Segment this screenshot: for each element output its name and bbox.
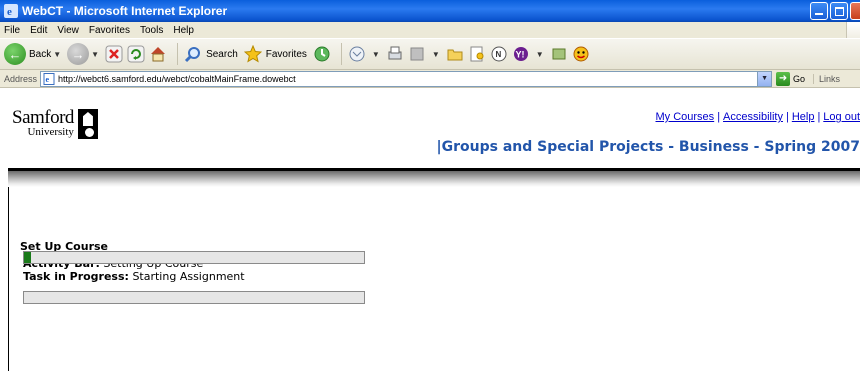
edit-dropdown-icon[interactable]: ▼ [432,50,440,59]
close-button[interactable] [850,2,860,20]
favorites-star-icon [243,45,262,63]
menu-help[interactable]: Help [173,25,194,36]
course-title: |Groups and Special Projects - Business … [436,139,860,155]
address-bar: Address e http://webct6.samford.edu/webc… [0,70,860,88]
windows-logo-icon [846,22,860,38]
yahoo-icon[interactable]: Y! [512,45,530,63]
page-content: Samford University My Courses | Accessibil… [0,89,860,371]
forward-dropdown-icon[interactable]: ▼ [91,50,99,59]
yahoo-dropdown-icon[interactable]: ▼ [536,50,544,59]
go-arrow-icon: ➜ [776,71,791,86]
my-courses-link[interactable]: My Courses [656,111,715,123]
search-button[interactable]: Search [184,45,238,63]
link-divider: | [785,111,789,123]
back-dropdown-icon[interactable]: ▼ [53,50,61,59]
accessibility-link[interactable]: Accessibility [723,111,783,123]
history-icon[interactable] [313,45,331,63]
link-divider: | [817,111,821,123]
task-value: Starting Assignment [132,270,245,283]
menu-favorites[interactable]: Favorites [89,25,130,36]
edit-page-icon[interactable] [408,45,426,63]
games-icon[interactable] [550,45,568,63]
search-icon [185,47,201,63]
svg-text:e: e [7,6,12,18]
toolbar-separator [177,43,179,65]
menu-tools[interactable]: Tools [140,25,163,36]
address-label: Address [4,73,38,84]
go-label: Go [793,73,806,84]
left-frame-border [8,187,9,371]
back-button[interactable]: ← Back ▼ [4,43,61,65]
smiley-icon[interactable] [572,45,590,63]
refresh-icon[interactable] [127,45,145,63]
toolbar-separator [340,43,342,65]
task-label: Task in Progress: [23,270,129,283]
university-tower-icon [77,109,98,139]
logo-sub: University [27,126,74,138]
print-icon[interactable] [386,45,404,63]
activity-progress-bar [23,251,365,264]
task-progress-bar [23,291,365,304]
logo-name: Samford [12,107,74,128]
menu-bar: File Edit View Favorites Tools Help [0,22,860,38]
go-button[interactable]: ➜ Go [776,71,806,86]
activity-progress-fill [24,252,31,263]
forward-button[interactable]: → ▼ [67,43,99,65]
link-divider: | [717,111,721,123]
back-label: Back [29,48,52,60]
links-button[interactable]: Links [813,73,840,84]
log-out-link[interactable]: Log out [823,111,860,123]
back-arrow-icon: ← [4,43,26,65]
forward-arrow-icon: → [67,43,90,65]
search-label: Search [206,48,238,60]
task-progress-fill [24,292,58,303]
minimize-button[interactable] [810,2,828,20]
svg-text:e: e [46,75,50,84]
header-shadow [8,171,860,187]
home-icon[interactable] [149,45,167,63]
page-icon: e [43,72,55,85]
mail-icon[interactable] [348,45,366,63]
favorites-label: Favorites [265,48,307,60]
ie-window-icon: e [4,4,18,18]
window-title-bar[interactable]: e WebCT - Microsoft Internet Explorer [0,0,860,22]
address-dropdown-icon[interactable]: ▼ [757,71,772,86]
research-icon[interactable] [468,45,486,63]
messenger-icon[interactable]: N [490,45,508,63]
samford-logo[interactable]: Samford University [12,107,98,139]
mail-dropdown-icon[interactable]: ▼ [372,50,380,59]
address-input[interactable]: e http://webct6.samford.edu/webct/cobalt… [40,70,773,87]
svg-text:N: N [495,50,501,59]
task-status: Task in Progress: Starting Assignment [23,270,245,283]
maximize-button[interactable] [830,2,848,20]
toolbar: ← Back ▼ → ▼ Search Favorites ▼ ▼ N Y! ▼ [0,38,860,70]
window-title: WebCT - Microsoft Internet Explorer [22,4,228,18]
svg-text:Y!: Y! [515,50,524,60]
menu-view[interactable]: View [57,25,79,36]
top-links: My Courses | Accessibility | Help | Log out [656,111,860,123]
address-url: http://webct6.samford.edu/webct/cobaltMa… [58,73,296,84]
help-link[interactable]: Help [792,111,815,123]
favorites-button[interactable]: Favorites [243,45,307,63]
menu-edit[interactable]: Edit [30,25,47,36]
menu-file[interactable]: File [4,25,20,36]
folder-icon[interactable] [446,45,464,63]
stop-icon[interactable] [105,45,123,63]
